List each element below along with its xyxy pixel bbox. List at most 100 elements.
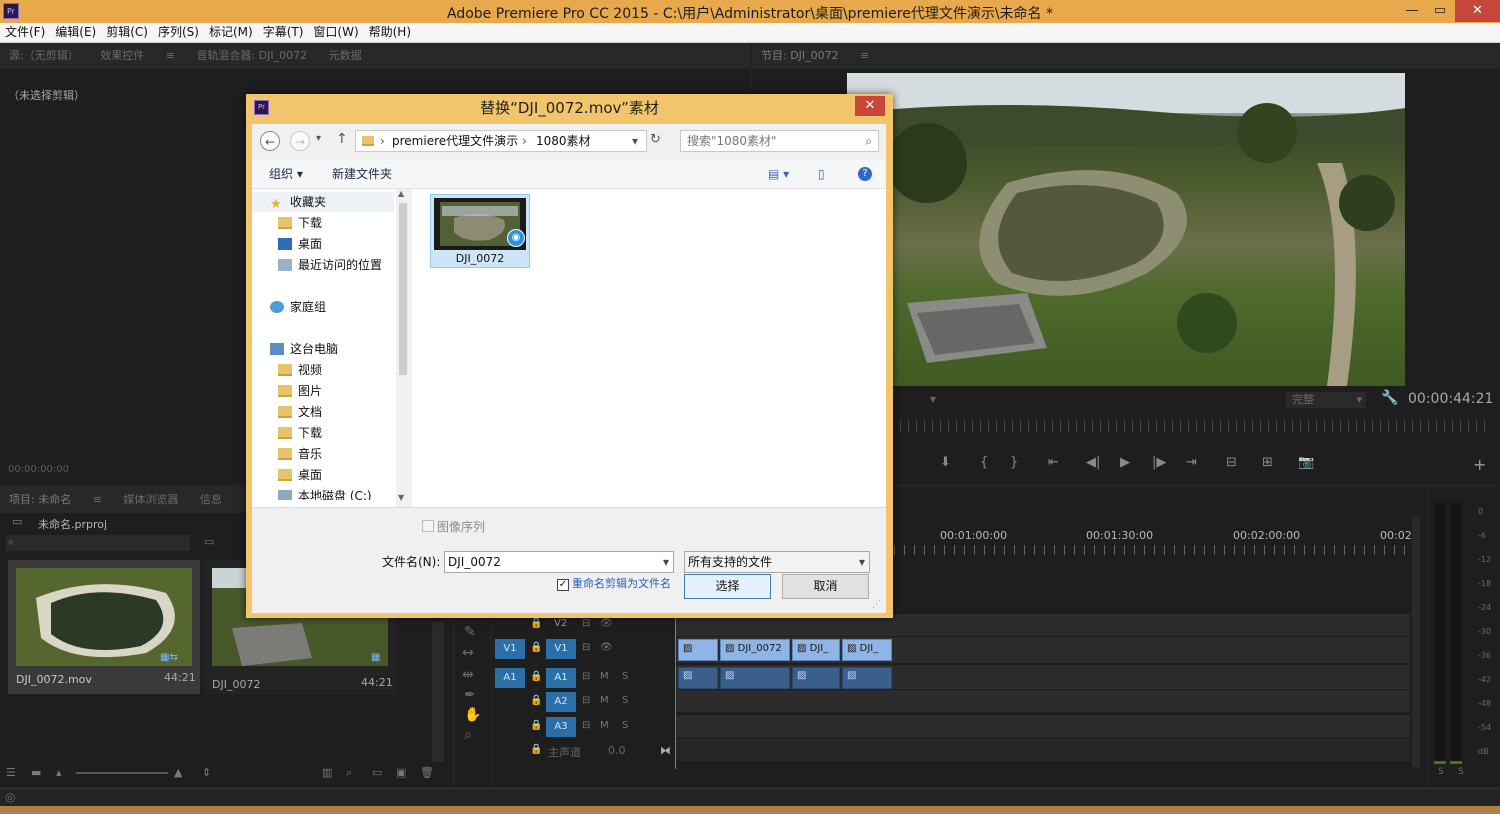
video-clip[interactable]: ▨ DJI_ [792, 639, 840, 661]
project-item-clip-1[interactable]: ▦⇆ DJI_0072.mov 44:21 [8, 560, 200, 694]
meter-solo-left[interactable]: S [1438, 767, 1444, 777]
tab-effect-controls[interactable]: 效果控件 [91, 43, 153, 69]
preview-pane-icon[interactable]: ▯ [818, 160, 825, 188]
new-bin-bottom-icon[interactable]: ▭ [372, 766, 382, 779]
audio-clip[interactable]: ▨ [678, 667, 718, 689]
close-window-button[interactable]: ✕ [1455, 0, 1500, 22]
breadcrumb-current[interactable]: 1080素材 [536, 131, 591, 151]
track-a2-toggle[interactable]: A2 [546, 692, 576, 712]
tree-local-disk[interactable]: 本地磁盘 (C:) [278, 486, 372, 500]
a3-solo-button[interactable]: S [622, 720, 628, 731]
menu-file[interactable]: 文件(F) [0, 23, 50, 42]
zoom-in-icon[interactable]: ▲ [174, 766, 182, 779]
add-button-icon[interactable]: + [1473, 455, 1486, 474]
tab-audio-mixer[interactable]: 音轨混合器: DJI_0072 [187, 43, 316, 69]
scroll-up-icon[interactable]: ▲ [398, 189, 404, 198]
audio-clip[interactable]: ▨ [792, 667, 840, 689]
sort-icon[interactable]: ⇕ [202, 766, 211, 779]
new-folder-button[interactable]: 新建文件夹 [332, 160, 392, 188]
panel-menu-icon[interactable]: ≡ [157, 43, 184, 69]
menu-marker[interactable]: 标记(M) [204, 23, 258, 42]
tree-downloads[interactable]: 下载 [278, 213, 322, 233]
a3-lane[interactable] [675, 715, 1410, 737]
back-arrow-icon[interactable]: ← [260, 131, 280, 151]
a1-mute-button[interactable]: M [600, 671, 609, 682]
chevron-down-icon[interactable]: ▾ [859, 552, 865, 572]
address-bar[interactable]: › premiere代理文件演示 › 1080素材 ▾ [355, 130, 647, 152]
lock-icon[interactable]: 🔒 [530, 695, 542, 706]
resize-grip-icon[interactable]: ⋰ [872, 600, 881, 610]
a3-sync-icon[interactable]: ⊟ [582, 720, 590, 731]
slip-tool-icon[interactable]: ↔ [462, 645, 474, 661]
new-bin-icon[interactable]: ▭ [204, 535, 214, 548]
video-clip[interactable]: ▨ DJI_0072 [720, 639, 790, 661]
minimize-button[interactable]: — [1397, 0, 1427, 22]
master-keyframe-icon[interactable]: ⧓ [660, 744, 671, 757]
project-panel-menu-icon[interactable]: ≡ [84, 487, 111, 513]
a1-sync-icon[interactable]: ⊟ [582, 671, 590, 682]
lock-icon[interactable]: 🔒 [530, 642, 542, 653]
lock-icon[interactable]: 🔒 [530, 720, 542, 731]
tree-this-pc[interactable]: 这台电脑 [270, 339, 338, 359]
automate-to-sequence-icon[interactable]: ▥ [322, 766, 332, 779]
project-scrollbar[interactable] [432, 622, 444, 762]
menu-sequence[interactable]: 序列(S) [153, 23, 204, 42]
tree-desktop-pc[interactable]: 桌面 [278, 465, 322, 485]
filename-input[interactable]: DJI_0072 ▾ [444, 551, 674, 573]
hand-tool-icon[interactable]: ✋ [464, 707, 481, 723]
tab-media-browser[interactable]: 媒体浏览器 [114, 487, 187, 513]
slide-tool-icon[interactable]: ⇹ [462, 667, 474, 683]
dialog-close-button[interactable]: ✕ [855, 96, 885, 116]
tree-music[interactable]: 音乐 [278, 444, 322, 464]
zoom-dropdown-icon[interactable]: ▾ [930, 392, 936, 406]
timeline-ruler[interactable] [894, 545, 1410, 555]
track-a3-toggle[interactable]: A3 [546, 717, 576, 737]
v1-eye-icon[interactable]: 👁 [600, 642, 613, 653]
recent-locations-icon[interactable]: ▾ [316, 133, 321, 144]
a3-mute-button[interactable]: M [600, 720, 609, 731]
mark-out-icon[interactable]: } [1010, 455, 1018, 470]
lock-icon[interactable]: 🔒 [530, 671, 542, 682]
settings-wrench-icon[interactable]: 🔧 [1381, 390, 1398, 406]
meter-solo-right[interactable]: S [1458, 767, 1464, 777]
menu-clip[interactable]: 剪辑(C) [101, 23, 153, 42]
tree-scrollbar-thumb[interactable] [399, 203, 407, 375]
tree-favorites[interactable]: ★ 收藏夹 [270, 192, 326, 212]
v1-sync-icon[interactable]: ⊟ [582, 642, 590, 653]
extract-icon[interactable]: ⊞ [1262, 455, 1273, 470]
zoom-tool-icon[interactable]: ⌕ [464, 727, 472, 743]
tree-desktop[interactable]: 桌面 [278, 234, 322, 254]
trash-icon[interactable]: 🗑 [420, 766, 434, 779]
new-item-icon[interactable]: ▣ [396, 766, 406, 779]
tree-recent[interactable]: 最近访问的位置 [278, 255, 382, 275]
quality-dropdown[interactable]: 完整 ▾ [1286, 392, 1366, 408]
export-frame-icon[interactable]: 📷 [1298, 455, 1314, 470]
view-options-icon[interactable]: ▤ ▾ [768, 160, 789, 188]
menu-edit[interactable]: 编辑(E) [50, 23, 101, 42]
pen-tool-icon[interactable]: ✒ [464, 687, 476, 703]
timeline-scrollbar[interactable] [1412, 517, 1420, 767]
lock-icon[interactable]: 🔒 [530, 618, 544, 629]
find-icon[interactable]: ⌕ [346, 766, 352, 780]
a2-sync-icon[interactable]: ⊟ [582, 695, 590, 706]
audio-clip[interactable]: ▨ [720, 667, 790, 689]
master-lane[interactable] [675, 739, 1410, 761]
tab-program[interactable]: 节目: DJI_0072 [752, 43, 848, 69]
lift-icon[interactable]: ⊟ [1226, 455, 1237, 470]
forward-arrow-icon[interactable]: → [290, 131, 310, 151]
tab-project[interactable]: 项目: 未命名 [0, 487, 80, 513]
a1-solo-button[interactable]: S [622, 671, 628, 682]
chevron-down-icon[interactable]: ▾ [632, 131, 638, 151]
a2-solo-button[interactable]: S [622, 695, 628, 706]
source-a1-toggle[interactable]: A1 [495, 668, 525, 688]
program-panel-menu-icon[interactable]: ≡ [851, 43, 878, 69]
program-timeruler[interactable] [900, 420, 1490, 432]
tree-documents[interactable]: 文档 [278, 402, 322, 422]
track-v1-toggle[interactable]: V1 [546, 639, 576, 659]
maximize-button[interactable]: ▭ [1425, 0, 1455, 22]
project-search-input[interactable]: ⌕ [6, 535, 190, 551]
scroll-down-icon[interactable]: ▼ [398, 493, 404, 502]
razor-tool-icon[interactable]: ✎ [464, 624, 476, 640]
file-type-select[interactable]: 所有支持的文件 ▾ [684, 551, 870, 573]
marker-icon[interactable]: ⬇ [940, 455, 951, 470]
